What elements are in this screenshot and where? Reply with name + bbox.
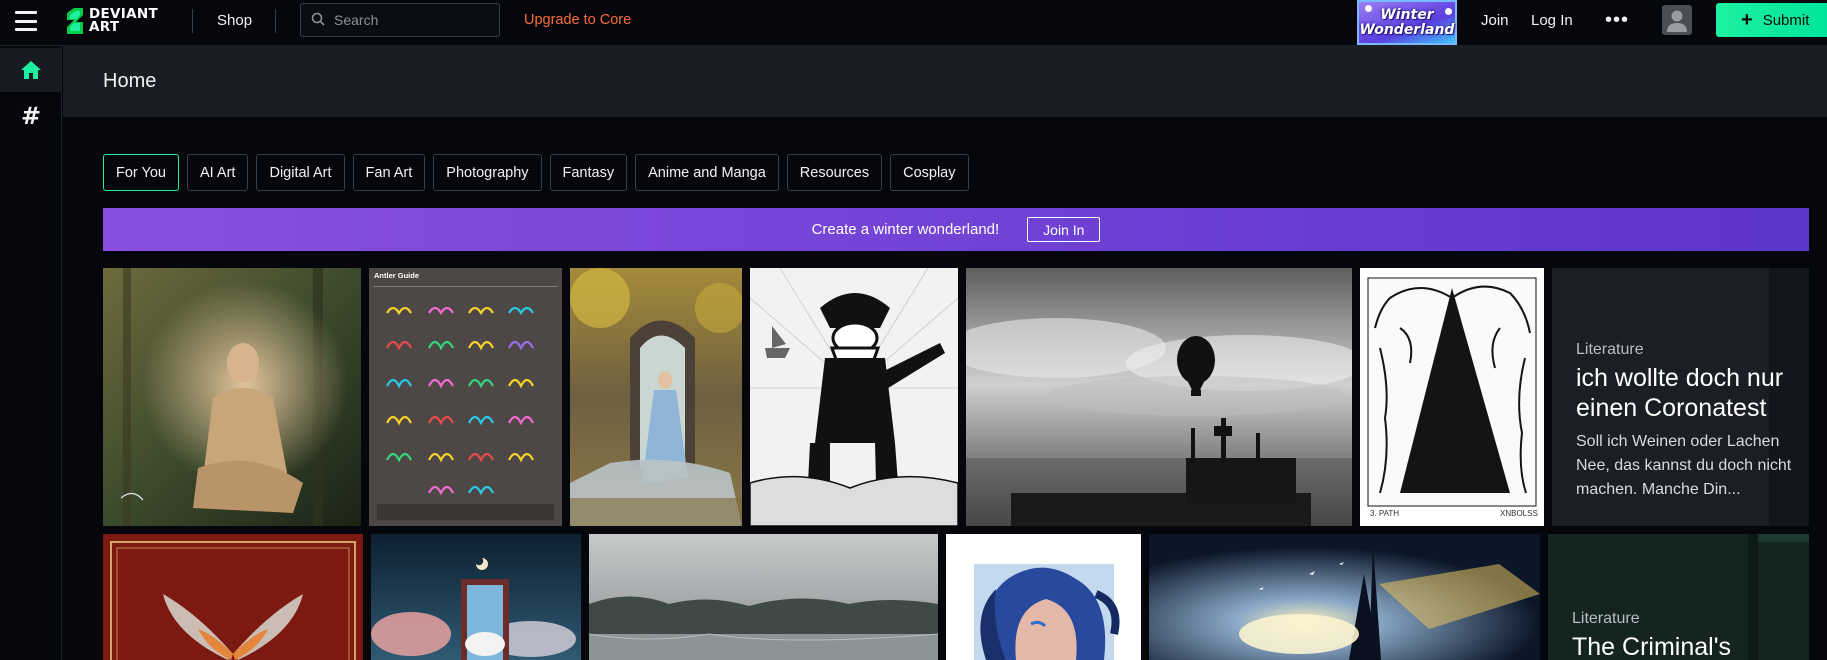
gallery-item-woman-forest[interactable] bbox=[103, 268, 361, 526]
tab-for-you[interactable]: For You bbox=[103, 154, 179, 191]
tab-fantasy[interactable]: Fantasy bbox=[549, 154, 628, 191]
search-icon bbox=[311, 12, 325, 26]
artwork-thumbnail bbox=[589, 534, 938, 660]
search-input[interactable] bbox=[334, 11, 489, 29]
gallery-item-blue-dress[interactable] bbox=[570, 268, 742, 526]
gallery-item-misty-lake[interactable] bbox=[589, 534, 938, 660]
artwork-thumbnail bbox=[750, 268, 958, 526]
more-options-icon[interactable]: ••• bbox=[1605, 10, 1629, 30]
tab-ai-art[interactable]: AI Art bbox=[187, 154, 249, 191]
artwork-thumbnail bbox=[103, 534, 363, 660]
winter-wonderland-promo[interactable]: Winter Wonderland bbox=[1357, 0, 1457, 45]
search-box[interactable] bbox=[300, 3, 500, 37]
category-tabs: For You AI Art Digital Art Fan Art Photo… bbox=[103, 154, 969, 191]
user-silhouette-icon bbox=[1667, 10, 1687, 32]
submit-label: Submit bbox=[1762, 11, 1810, 29]
join-in-button[interactable]: Join In bbox=[1027, 217, 1101, 242]
sidebar-item-home[interactable] bbox=[0, 48, 62, 92]
divider bbox=[192, 9, 193, 33]
artwork-caption: XNBOLSS bbox=[1500, 509, 1538, 518]
tab-resources[interactable]: Resources bbox=[786, 154, 883, 191]
artwork-thumbnail bbox=[946, 534, 1141, 660]
artwork-thumbnail bbox=[103, 268, 361, 526]
tab-fan-art[interactable]: Fan Art bbox=[352, 154, 426, 191]
top-bar: DEVIANT ART Shop Upgrade to Core Winter … bbox=[0, 0, 1827, 46]
deviantart-logo-icon bbox=[67, 8, 83, 34]
menu-icon[interactable] bbox=[15, 11, 37, 31]
artwork-thumbnail bbox=[371, 534, 581, 660]
divider bbox=[275, 9, 276, 33]
gallery-item-sky-mirror[interactable] bbox=[371, 534, 581, 660]
gallery-item-butterfly-frame[interactable] bbox=[103, 534, 363, 660]
literature-type-label: Literature bbox=[1572, 610, 1640, 627]
literature-excerpt: Soll ich Weinen oder Lachen Nee, das kan… bbox=[1576, 433, 1792, 498]
snowflake-icon bbox=[1365, 5, 1372, 12]
gallery-item-literature-criminals[interactable]: Literature The Criminal's bbox=[1548, 534, 1809, 660]
artwork-thumbnail bbox=[369, 268, 562, 526]
tab-cosplay[interactable]: Cosplay bbox=[890, 154, 969, 191]
banner-text: Create a winter wonderland! bbox=[811, 221, 1000, 238]
user-avatar[interactable] bbox=[1662, 5, 1692, 35]
artwork-caption: Antler Guide bbox=[374, 271, 420, 280]
artwork-caption: 3. PATH bbox=[1370, 509, 1400, 518]
plus-icon: + bbox=[1741, 9, 1753, 31]
snowflake-icon bbox=[1445, 8, 1452, 15]
shop-link[interactable]: Shop bbox=[217, 12, 252, 29]
logo-text: DEVIANT ART bbox=[89, 6, 158, 35]
page-title: Home bbox=[103, 70, 157, 92]
tab-digital-art[interactable]: Digital Art bbox=[256, 154, 345, 191]
artwork-thumbnail bbox=[1360, 268, 1544, 526]
home-icon bbox=[21, 61, 41, 79]
page-header: Home bbox=[63, 46, 1827, 117]
card-decoration bbox=[1758, 534, 1809, 542]
log-in-link[interactable]: Log In bbox=[1531, 12, 1573, 29]
artwork-thumbnail bbox=[570, 268, 742, 526]
literature-type-label: Literature bbox=[1576, 341, 1644, 358]
deviantart-logo[interactable]: DEVIANT ART bbox=[65, 5, 171, 37]
promo-text: Winter Wonderland bbox=[1359, 6, 1455, 38]
hashtag-icon: # bbox=[20, 102, 42, 130]
gallery-item-hot-air-balloon[interactable] bbox=[966, 268, 1352, 526]
tab-anime-and-manga[interactable]: Anime and Manga bbox=[635, 154, 779, 191]
gallery-item-literature-coronatest[interactable]: Literature ich wollte doch nur einen Cor… bbox=[1552, 268, 1809, 526]
submit-button[interactable]: + Submit bbox=[1716, 3, 1827, 37]
literature-title: ich wollte doch nur einen Coronatest bbox=[1576, 364, 1784, 422]
gallery-item-tree-drawing[interactable]: 3. PATH XNBOLSS bbox=[1360, 268, 1544, 526]
sidebar-item-tags[interactable]: # bbox=[0, 94, 62, 138]
winter-banner: Create a winter wonderland! Join In bbox=[103, 208, 1809, 251]
join-link[interactable]: Join bbox=[1481, 12, 1509, 29]
sidebar: # bbox=[0, 46, 62, 660]
literature-title: The Criminal's bbox=[1572, 633, 1731, 660]
upgrade-to-core-link[interactable]: Upgrade to Core bbox=[524, 12, 631, 28]
gallery-item-blue-hair-portrait[interactable] bbox=[946, 534, 1141, 660]
gallery-item-dwarf-guitar[interactable] bbox=[750, 268, 958, 526]
artwork-thumbnail bbox=[1149, 534, 1540, 660]
artwork-thumbnail bbox=[966, 268, 1352, 526]
tab-photography[interactable]: Photography bbox=[433, 154, 542, 191]
gallery-item-cosmic-landscape[interactable] bbox=[1149, 534, 1540, 660]
gallery-item-antler-guide[interactable]: Antler Guide bbox=[369, 268, 562, 526]
